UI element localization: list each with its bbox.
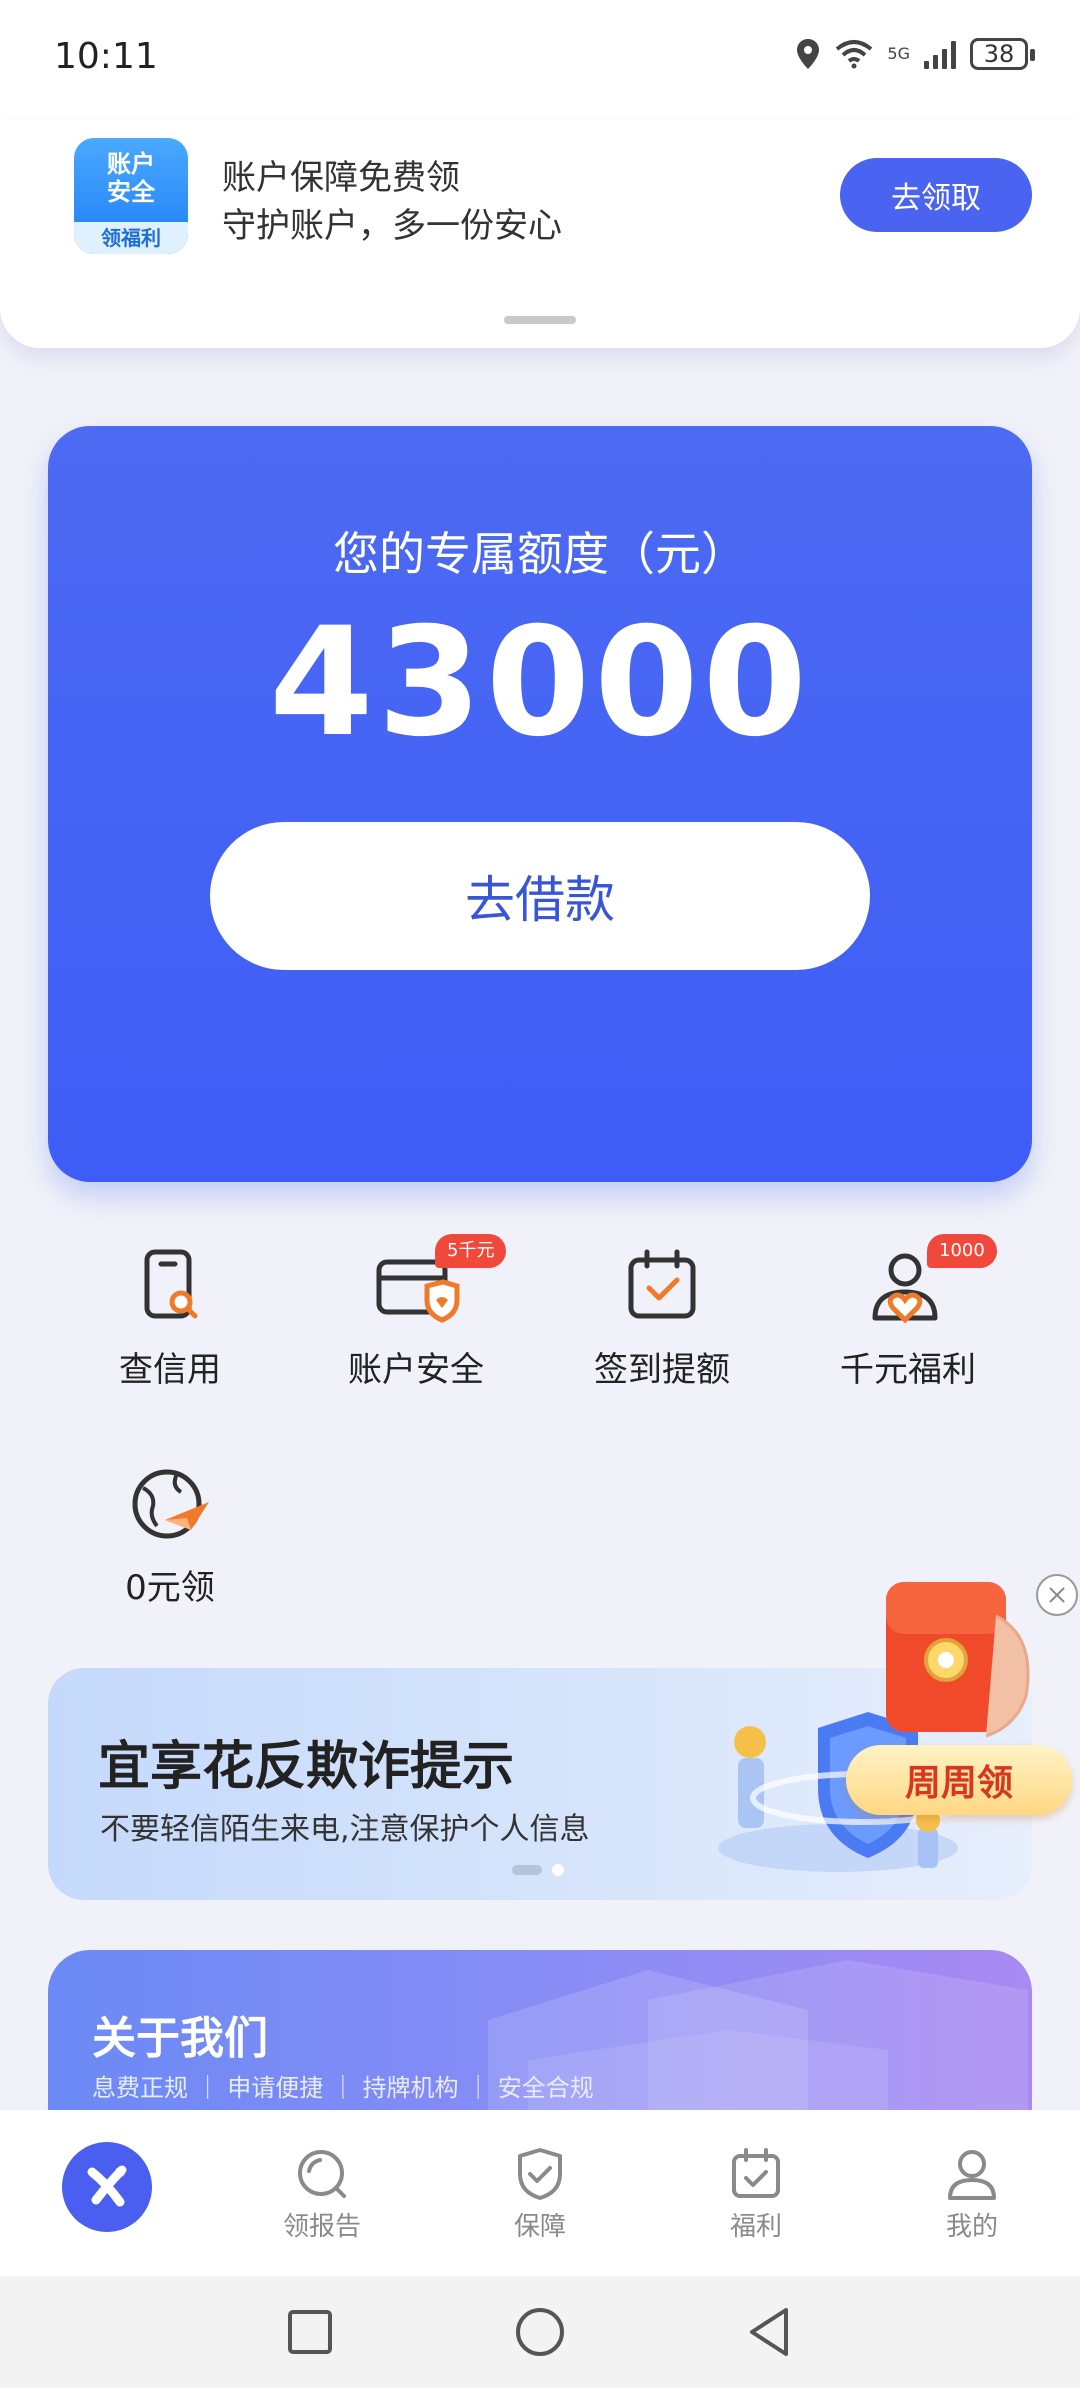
status-bar: 10:11 5G 38 — [0, 0, 1080, 120]
banner-title: 账户保障免费领 — [222, 158, 460, 198]
shield-check-icon — [518, 2148, 562, 2200]
back-triangle-icon[interactable] — [740, 2302, 800, 2362]
tab-welfare[interactable]: 福利 — [696, 2146, 816, 2243]
home-logo-icon — [87, 2165, 127, 2207]
home-circle-icon[interactable] — [510, 2302, 570, 2362]
location-icon — [797, 39, 820, 69]
network-label: 5G — [887, 44, 910, 63]
account-protection-banner[interactable]: 账户 安全 领福利 账户保障免费领 守护账户，多一份安心 去领取 — [0, 120, 1080, 348]
drag-handle[interactable] — [504, 316, 576, 324]
menu-item-thousand-welfare[interactable]: 1000 千元福利 — [788, 1234, 1028, 1391]
tab-home[interactable] — [62, 2142, 152, 2232]
credit-limit-label: 您的专属额度（元） — [333, 527, 747, 581]
system-nav-bar — [0, 2276, 1080, 2388]
badge: 5千元 — [435, 1234, 507, 1268]
menu-item-account-security[interactable]: 5千元 账户安全 — [296, 1234, 536, 1391]
signal-icon — [924, 39, 956, 69]
bottom-tab-bar: 领报告 保障 福利 我的 — [0, 2110, 1080, 2276]
phone-search-icon — [144, 1249, 198, 1319]
menu-item-zero-yuan[interactable]: 0元领 — [50, 1460, 290, 1609]
menu-item-check-credit[interactable]: 查信用 — [50, 1242, 290, 1391]
menu-item-checkin-raise[interactable]: 签到提额 — [542, 1242, 782, 1391]
credit-limit-card: 您的专属额度（元） 43000 去借款 — [48, 426, 1032, 1182]
report-search-icon — [298, 2150, 346, 2198]
profile-icon — [948, 2150, 996, 2200]
tab-mine[interactable]: 我的 — [912, 2146, 1032, 2243]
credit-limit-amount: 43000 — [269, 596, 811, 770]
borrow-button[interactable]: 去借款 — [210, 822, 870, 970]
status-time: 10:11 — [54, 36, 158, 77]
anti-fraud-title: 宜享花反欺诈提示 — [98, 1737, 515, 1797]
about-us-tags: 息费正规 ｜ 申请便捷 ｜ 持牌机构 ｜ 安全合规 — [92, 2074, 594, 2102]
recent-apps-icon[interactable] — [280, 2302, 340, 2362]
calendar-gift-icon — [732, 2148, 780, 2198]
wifi-icon — [836, 40, 873, 69]
banner-subtitle: 守护账户，多一份安心 — [222, 206, 562, 246]
anti-fraud-subtitle: 不要轻信陌生来电,注意保护个人信息 — [100, 1812, 590, 1847]
about-us-card[interactable]: 关于我们 息费正规 ｜ 申请便捷 ｜ 持牌机构 ｜ 安全合规 — [48, 1950, 1032, 2110]
account-security-logo: 账户 安全 领福利 — [74, 138, 188, 254]
tab-protection[interactable]: 保障 — [480, 2146, 600, 2243]
close-promo-icon[interactable] — [1036, 1574, 1078, 1616]
status-icons: 5G 38 — [795, 38, 1035, 70]
tab-report[interactable]: 领报告 — [262, 2146, 382, 2243]
badge: 1000 — [927, 1234, 997, 1268]
calendar-check-icon — [628, 1249, 696, 1319]
globe-plane-icon — [132, 1469, 209, 1539]
weekly-claim-button[interactable]: 周周领 — [846, 1745, 1072, 1815]
red-envelope-icon[interactable] — [866, 1576, 1046, 1756]
claim-button[interactable]: 去领取 — [840, 158, 1032, 232]
about-us-title: 关于我们 — [92, 2013, 268, 2064]
carousel-indicator — [512, 1864, 564, 1876]
battery-icon: 38 — [970, 38, 1035, 70]
